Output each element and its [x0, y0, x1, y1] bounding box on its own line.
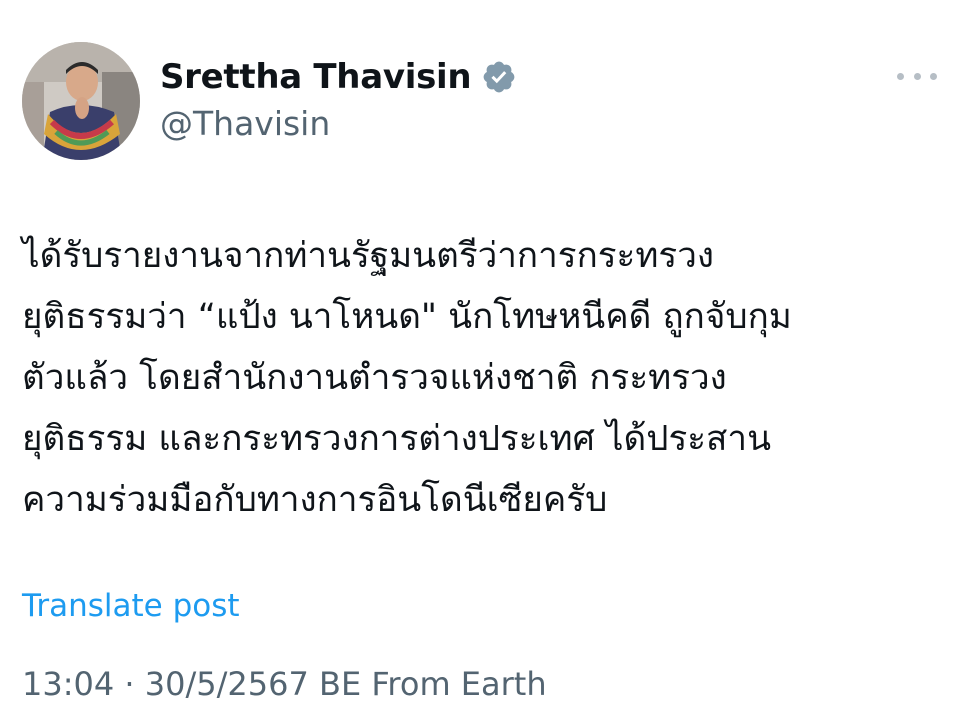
- author-handle[interactable]: @Thavisin: [160, 104, 330, 143]
- author-name-row: Srettha Thavisin: [160, 54, 517, 100]
- post-text-line: ยุติธรรม และกระทรวงการต่างประเทศ ได้ประส…: [22, 419, 771, 459]
- more-dot: [913, 72, 921, 80]
- verified-badge-icon: [481, 59, 517, 95]
- post-card: Srettha Thavisin @Thavisin ได้รับรายงานจ…: [0, 0, 961, 720]
- post-text-line: ตัวแล้ว โดยสำนักงานตำรวจแห่งชาติ กระทรวง: [22, 358, 727, 398]
- post-text-line: ได้รับรายงานจากท่านรัฐมนตรีว่าการกระทรวง: [22, 236, 714, 276]
- post-timestamp[interactable]: 13:04 · 30/5/2567 BE From Earth: [22, 665, 547, 703]
- post-text-line: ความร่วมมือกับทางการอินโดนีเซียครับ: [22, 480, 608, 520]
- more-options-icon[interactable]: [897, 64, 937, 88]
- more-dot: [930, 72, 937, 80]
- post-text: ได้รับรายงานจากท่านรัฐมนตรีว่าการกระทรวง…: [22, 226, 942, 531]
- avatar-photo: [22, 42, 140, 160]
- more-dot: [897, 72, 904, 80]
- avatar[interactable]: [22, 42, 140, 160]
- author-display-name[interactable]: Srettha Thavisin: [160, 57, 472, 97]
- translate-post-link[interactable]: Translate post: [22, 588, 240, 624]
- post-text-line: ยุติธรรมว่า “แป้ง นาโหนด" นักโทษหนีคดี ถ…: [22, 297, 792, 337]
